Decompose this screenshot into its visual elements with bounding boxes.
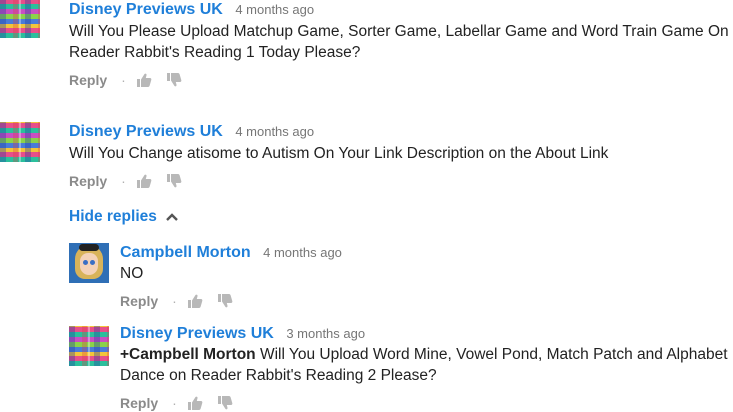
avatar[interactable]	[69, 326, 109, 366]
separator-dot: ·	[172, 395, 177, 411]
thumbs-down-icon[interactable]	[217, 395, 233, 411]
hide-replies-button[interactable]: Hide replies	[69, 207, 179, 227]
reply-text: +Campbell Morton Will You Upload Word Mi…	[120, 344, 733, 386]
reply-header: Disney Previews UK 3 months ago	[120, 324, 733, 344]
author-link[interactable]: Disney Previews UK	[120, 325, 274, 342]
comment: Disney Previews UK 4 months ago Will You…	[0, 121, 733, 196]
author-link[interactable]: Disney Previews UK	[69, 123, 223, 140]
reply-timestamp[interactable]: 4 months ago	[263, 245, 342, 260]
comment-timestamp[interactable]: 4 months ago	[235, 2, 314, 17]
reply-actions: Reply ·	[120, 292, 733, 310]
comment-timestamp[interactable]: 4 months ago	[235, 124, 314, 139]
avatar[interactable]	[0, 0, 40, 38]
thumbs-down-icon[interactable]	[166, 72, 182, 88]
reply-actions: Reply ·	[120, 394, 733, 412]
thumbs-up-icon[interactable]	[136, 72, 152, 88]
mention-link[interactable]: +Campbell Morton	[120, 346, 256, 363]
comment-actions: Reply ·	[69, 172, 733, 190]
reply-button[interactable]: Reply	[120, 293, 158, 309]
thumbs-down-icon[interactable]	[217, 293, 233, 309]
author-link[interactable]: Disney Previews UK	[69, 1, 223, 18]
thumbs-up-icon[interactable]	[136, 173, 152, 189]
reply-timestamp[interactable]: 3 months ago	[286, 326, 365, 341]
reply-button[interactable]: Reply	[69, 173, 107, 189]
reply-button[interactable]: Reply	[120, 395, 158, 411]
reply-body: Disney Previews UK 3 months ago +Campbel…	[120, 324, 733, 412]
comment-body: Disney Previews UK 4 months ago Will You…	[69, 0, 733, 89]
reply-body: Campbell Morton 4 months ago NO Reply ·	[120, 243, 733, 310]
reply-button[interactable]: Reply	[69, 72, 107, 88]
reply-text: NO	[120, 265, 144, 282]
separator-dot: ·	[121, 173, 126, 189]
comment-text: Will You Change atisome to Autism On You…	[69, 145, 609, 162]
comment-body: Disney Previews UK 4 months ago Will You…	[69, 122, 733, 190]
avatar[interactable]	[0, 122, 40, 162]
reply: Campbell Morton 4 months ago NO Reply ·	[69, 243, 733, 313]
reply: Disney Previews UK 3 months ago +Campbel…	[69, 324, 733, 412]
comment-header: Disney Previews UK 4 months ago	[69, 0, 733, 20]
comment: Disney Previews UK 4 months ago Will You…	[0, 0, 733, 95]
thumbs-up-icon[interactable]	[187, 395, 203, 411]
separator-dot: ·	[121, 72, 126, 88]
author-link[interactable]: Campbell Morton	[120, 244, 251, 261]
comment-actions: Reply ·	[69, 71, 733, 89]
thumbs-down-icon[interactable]	[166, 173, 182, 189]
comment-text: Will You Please Upload Matchup Game, Sor…	[69, 23, 729, 61]
separator-dot: ·	[172, 293, 177, 309]
hide-replies-label: Hide replies	[69, 208, 157, 225]
reply-header: Campbell Morton 4 months ago	[120, 243, 733, 263]
thumbs-up-icon[interactable]	[187, 293, 203, 309]
comment-header: Disney Previews UK 4 months ago	[69, 122, 733, 142]
avatar[interactable]	[69, 243, 109, 283]
chevron-up-icon	[166, 213, 178, 221]
